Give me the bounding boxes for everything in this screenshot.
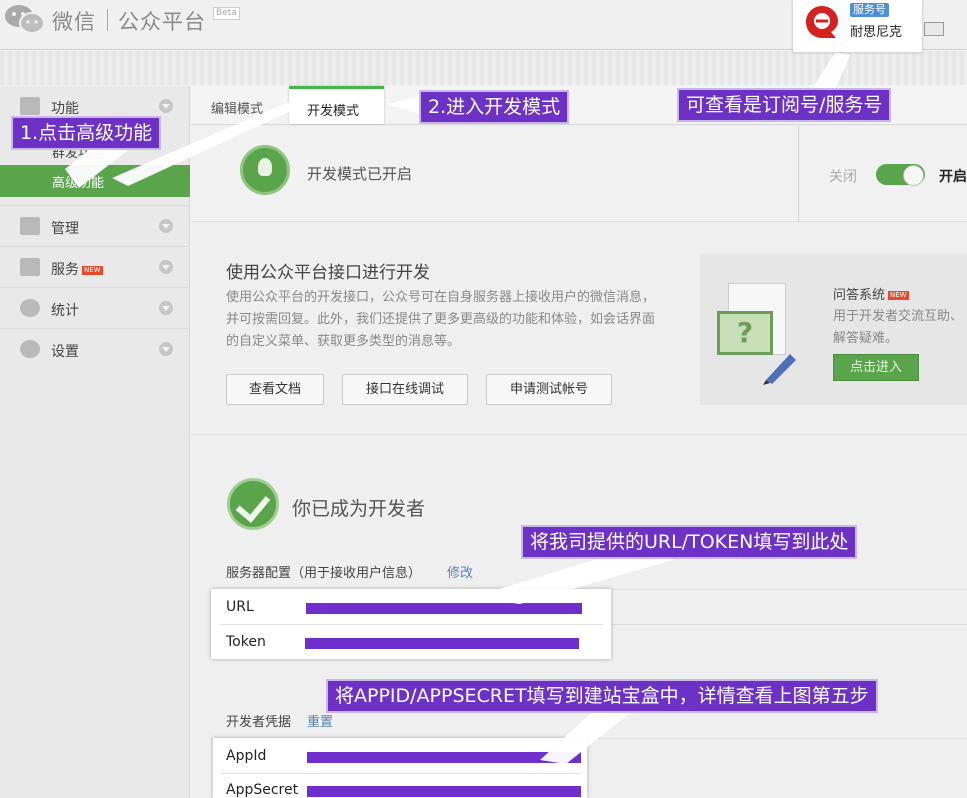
token-value-redacted [305, 638, 579, 649]
sidebar-item-settings[interactable]: 设置 [0, 328, 190, 369]
developer-title: 你已成为开发者 [292, 498, 426, 520]
beta-badge: Beta [213, 7, 240, 20]
status-text: 开发模式已开启 [307, 165, 413, 183]
divider [219, 624, 603, 625]
grid-icon [20, 97, 40, 115]
chevron-down-icon[interactable] [159, 219, 173, 233]
sidebar-item-manage[interactable]: 管理 [0, 205, 190, 246]
callout-appid: 将APPID/APPSECRET填写到建站宝盒中，详情查看上图第五步 [326, 679, 878, 713]
appid-label: AppId [226, 748, 267, 764]
callout-step1: 1.点击高级功能 [11, 116, 162, 150]
sidebar: 功能 群发功能 高级功能 管理 服务 NEW 统计 设置 [0, 86, 190, 798]
test-account-button[interactable]: 申请测试帐号 [486, 374, 612, 405]
check-icon [227, 478, 279, 530]
wechat-logo-icon [5, 5, 45, 34]
sidebar-item-label: 统计 [51, 303, 79, 319]
account-avatar [806, 6, 838, 38]
token-label: Token [226, 634, 266, 650]
sidebar-item-stats[interactable]: 统计 [0, 287, 190, 328]
chevron-up-icon[interactable] [159, 99, 173, 113]
api-description: 使用公众平台的开发接口，公众号可在自身服务器上接收用户的微信消息，并可按需回复。… [226, 290, 656, 349]
logo-text: 微信 [52, 10, 96, 34]
appid-panel: AppId AppSecret [213, 738, 587, 798]
chevron-down-icon[interactable] [159, 342, 173, 356]
appsecret-label: AppSecret [226, 782, 299, 798]
dev-mode-toggle[interactable] [876, 164, 925, 186]
gear-icon [20, 340, 40, 358]
view-docs-button[interactable]: 查看文档 [226, 374, 324, 405]
header-stripe [0, 51, 967, 85]
mail-icon[interactable] [924, 22, 944, 36]
url-token-panel: URL Token [211, 589, 611, 659]
qa-title: 问答系统 NEW [833, 288, 909, 303]
lightbulb-icon [240, 145, 290, 195]
credentials-reset-link[interactable]: 重置 [307, 711, 333, 730]
toggle-on-label: 开启 [939, 169, 967, 185]
server-edit-link[interactable]: 修改 [447, 562, 473, 581]
logo-divider [107, 9, 108, 31]
shop-icon [20, 258, 40, 276]
divider [798, 126, 799, 222]
sidebar-subitem-advanced[interactable]: 高级功能 [0, 165, 190, 197]
server-config-label: 服务器配置（用于接收用户信息） [226, 566, 422, 581]
appsecret-value-redacted [307, 786, 581, 797]
new-badge: NEW [888, 291, 909, 300]
sidebar-item-label: 功能 [51, 101, 79, 117]
pen-icon [763, 354, 796, 385]
qa-enter-button[interactable]: 点击进入 [833, 354, 919, 381]
tab-dev-mode[interactable]: 开发模式 [289, 86, 384, 124]
credentials-label: 开发者凭据 [226, 715, 292, 730]
appid-value-redacted [307, 752, 581, 763]
tab-edit-mode[interactable]: 编辑模式 [211, 98, 263, 117]
sidebar-subitem-label: 高级功能 [52, 176, 105, 191]
chevron-down-icon[interactable] [159, 301, 173, 315]
toggle-off-label: 关闭 [829, 169, 857, 185]
divider [221, 773, 581, 774]
sidebar-item-label: 设置 [51, 344, 79, 360]
sidebar-item-label: 管理 [51, 221, 79, 237]
pie-chart-icon [20, 299, 40, 317]
callout-account-type: 可查看是订阅号/服务号 [677, 88, 892, 122]
callout-step2: 2.进入开发模式 [419, 90, 570, 124]
qa-description: 用于开发者交流互助、解答疑难。 [833, 309, 964, 346]
account-name: 耐思尼克 [850, 25, 903, 40]
callout-url-token: 将我司提供的URL/TOKEN填写到此处 [521, 525, 858, 559]
api-title: 使用公众平台接口进行开发 [226, 263, 430, 283]
platform-title: 公众平台 [118, 10, 206, 34]
sidebar-item-label: 服务 NEW [51, 262, 103, 278]
chevron-down-icon[interactable] [159, 260, 173, 274]
api-debug-button[interactable]: 接口在线调试 [342, 374, 468, 405]
url-label: URL [226, 599, 254, 615]
sidebar-item-service[interactable]: 服务 NEW [0, 246, 190, 287]
inbox-icon [20, 217, 40, 235]
new-badge: NEW [82, 265, 103, 275]
url-value-redacted [306, 603, 582, 614]
account-type-badge: 服务号 [850, 3, 889, 17]
tab-label: 开发模式 [307, 104, 360, 119]
